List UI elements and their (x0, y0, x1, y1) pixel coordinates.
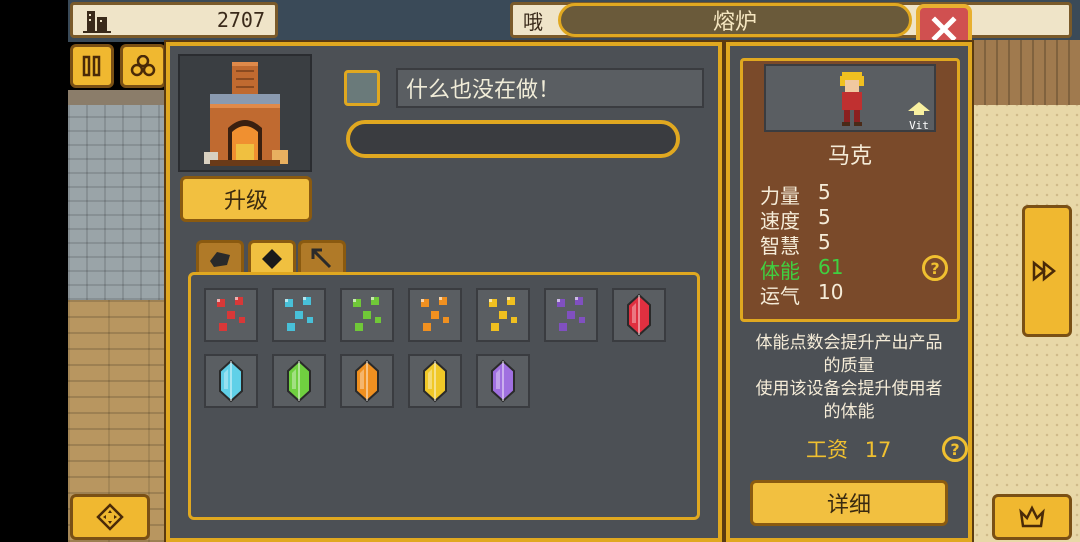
item-slot[interactable] (476, 354, 530, 408)
pause-icon (82, 55, 101, 77)
tab-ore[interactable] (196, 240, 244, 274)
item-slot[interactable] (340, 288, 394, 342)
item-slot[interactable] (272, 354, 326, 408)
stat-value: 10 (818, 280, 844, 304)
stat-label: 体能 (760, 259, 800, 283)
next-button[interactable] (1022, 205, 1072, 337)
item-slot[interactable] (340, 354, 394, 408)
wage-label: 工资 (806, 438, 848, 462)
ore-icon (421, 297, 449, 331)
ore-icon (489, 297, 517, 331)
pause-button[interactable] (70, 44, 114, 88)
stat-row: 力量 5 (760, 180, 831, 208)
upgrade-label: 升级 (223, 189, 268, 214)
stat-row: 体能 61 (760, 255, 844, 283)
screen-letterbox (0, 0, 68, 542)
item-slot[interactable] (204, 288, 258, 342)
dpad-icon (96, 503, 124, 531)
stat-label: 速度 (760, 209, 800, 233)
stat-value: 5 (818, 230, 831, 254)
item-slot[interactable] (408, 354, 462, 408)
background-wood-wall (972, 40, 1080, 105)
items-button[interactable] (120, 44, 166, 88)
tab-tools[interactable] (298, 240, 346, 274)
furnace-preview (178, 54, 312, 172)
gem-icon (262, 248, 282, 269)
status-field: 什么也没在做！ (396, 68, 704, 108)
tab-gems[interactable] (248, 240, 296, 274)
upgrade-button[interactable]: 升级 (180, 176, 312, 222)
pickaxe-icon (311, 248, 332, 268)
wage-display: 工资 17 (806, 434, 891, 464)
worker-portrait[interactable]: Vit (764, 64, 936, 132)
wage-value: 17 (864, 438, 892, 462)
stat-value: 5 (818, 180, 831, 204)
vit-badge: Vit (906, 100, 932, 132)
stat-row: 速度 5 (760, 205, 831, 233)
crystal-icon (287, 359, 311, 403)
stat-row: 运气 10 (760, 280, 844, 308)
fast-forward-icon (1032, 260, 1057, 282)
stat-help-icon[interactable]: ? (922, 255, 948, 281)
level-up-arrow-icon (908, 102, 930, 115)
ore-icon (285, 297, 313, 331)
crystal-icon (355, 359, 379, 403)
crystal-icon (219, 359, 243, 403)
coins-icon (130, 55, 156, 77)
ore-icon (557, 297, 585, 331)
production-progress-bar (346, 120, 680, 158)
ranking-button[interactable] (992, 494, 1072, 540)
item-slot[interactable] (408, 288, 462, 342)
window-title: 熔炉 (558, 3, 912, 37)
item-slot[interactable] (612, 288, 666, 342)
crown-icon (1019, 505, 1045, 528)
stat-label: 力量 (760, 184, 800, 208)
detail-button[interactable]: 详细 (750, 480, 948, 526)
item-slot[interactable] (476, 288, 530, 342)
ore-icon (353, 297, 381, 331)
crystal-icon (491, 359, 515, 403)
stat-value: 5 (818, 205, 831, 229)
building-coins-icon (83, 11, 111, 33)
furnace-icon (204, 62, 288, 166)
description-line: 体能点数会提升产出产品 (755, 333, 943, 353)
money-amount: 2707 (216, 8, 265, 32)
description-line: 的体能 (823, 402, 875, 422)
message-text: 哦 (523, 9, 543, 34)
status-text: 什么也没在做！ (406, 78, 561, 103)
money-display: 2707 (70, 2, 278, 38)
worker-name: 马克 (827, 144, 872, 169)
stat-row: 智慧 5 (760, 230, 831, 258)
item-slot[interactable] (544, 288, 598, 342)
stat-label: 运气 (760, 284, 800, 308)
stat-value: 61 (818, 255, 844, 279)
ore-icon (217, 297, 245, 331)
detail-label: 详细 (826, 493, 871, 518)
move-button[interactable] (70, 494, 150, 540)
close-icon (931, 16, 957, 42)
window-title-text: 熔炉 (712, 10, 757, 35)
ore-chunk-icon (210, 251, 230, 267)
item-slot[interactable] (272, 288, 326, 342)
item-slot[interactable] (204, 354, 258, 408)
background-cobblestone (68, 105, 168, 300)
wage-help-icon[interactable]: ? (942, 436, 968, 462)
description-line: 的质量 (823, 356, 875, 376)
auto-checkbox[interactable] (344, 70, 380, 106)
crystal-icon (423, 359, 447, 403)
game-screen: 2707 哦 熔炉 升级 什么也没在做！ Vit 马克 力量 5 速度 5 智慧… (0, 0, 1080, 542)
stat-label: 智慧 (760, 234, 800, 258)
description-line: 使用该设备会提升使用者 (755, 379, 943, 399)
crystal-icon (627, 293, 651, 337)
vit-badge-label: Vit (909, 119, 929, 132)
